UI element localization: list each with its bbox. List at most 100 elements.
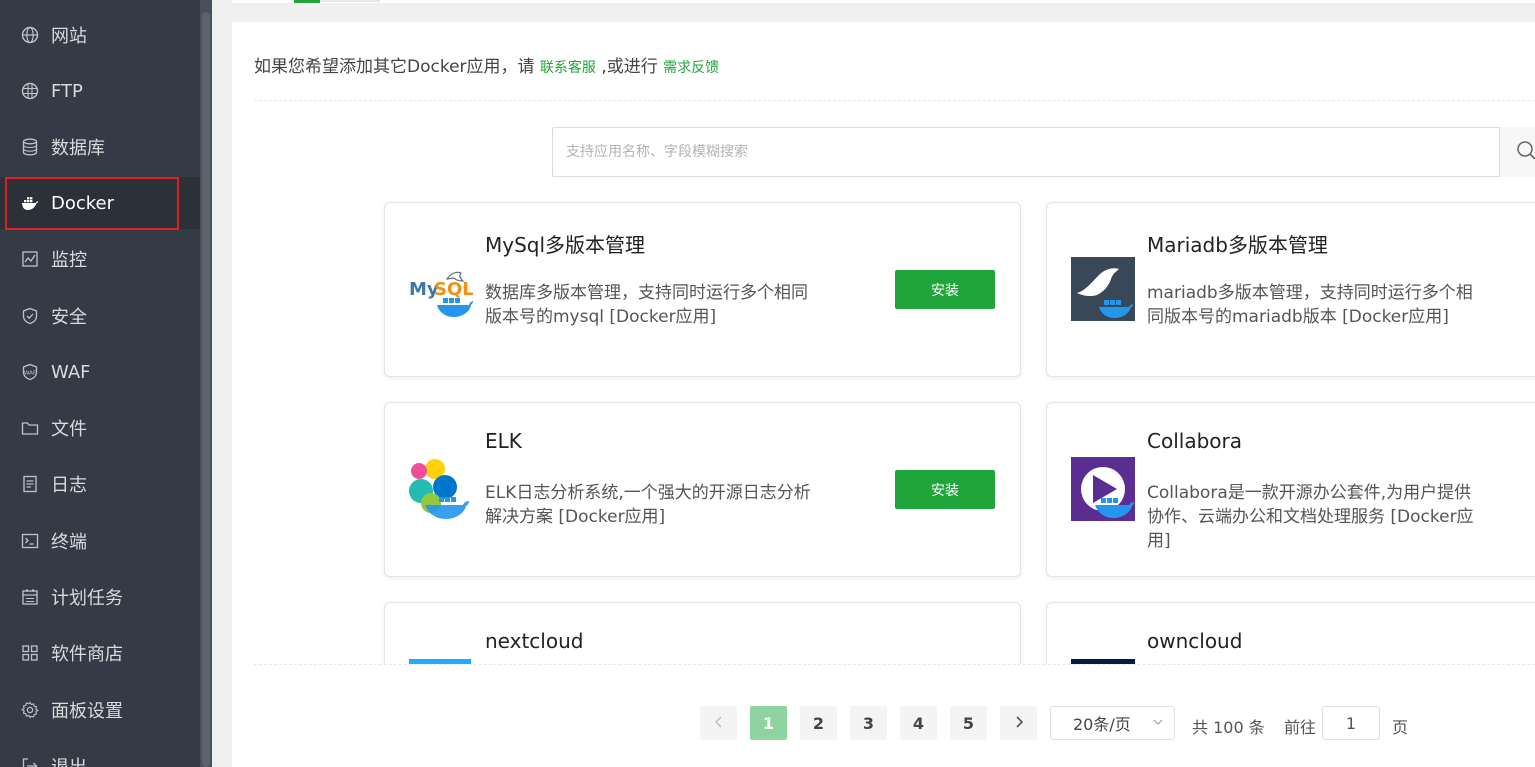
sidebar-item-label: 计划任务 (51, 588, 123, 609)
notice-text: 如果您希望添加其它Docker应用，请 联系客服 ,或进行 需求反馈 (254, 52, 719, 77)
search-button[interactable] (1499, 127, 1535, 177)
page-size-select[interactable]: 20条/页 (1050, 706, 1175, 740)
gear-icon (20, 700, 40, 720)
sidebar-item-label: 日志 (51, 475, 87, 496)
sidebar-item-label: Docker (51, 192, 115, 214)
sidebar-item-label: 安全 (51, 307, 87, 328)
sidebar-item-docker[interactable]: Docker (0, 177, 200, 229)
goto-label: 前往 (1284, 718, 1317, 737)
app-name: MySql多版本管理 (485, 233, 646, 257)
chevron-right-icon (1014, 714, 1024, 733)
sidebar-item-label: 终端 (51, 532, 87, 553)
sidebar-item-label: 监控 (51, 250, 87, 271)
sidebar-item-security[interactable]: 安全 (0, 290, 200, 342)
waf-shield-icon: WAF (20, 362, 40, 382)
logout-icon (20, 756, 40, 767)
divider (254, 664, 1535, 665)
calendar-icon (20, 587, 40, 607)
mysql-docker-logo: My SQL (409, 257, 474, 321)
chevron-down-icon (1152, 716, 1164, 731)
sidebar-item-terminal[interactable]: 终端 (0, 515, 200, 567)
sidebar-item-label: FTP (51, 80, 83, 102)
terminal-icon (20, 531, 40, 551)
sidebar-item-label: 面板设置 (51, 701, 123, 722)
app-card-nextcloud: nextcloud (384, 602, 1021, 664)
page-button-2[interactable]: 2 (800, 706, 837, 740)
log-icon (20, 474, 40, 494)
sidebar-item-website[interactable]: 网站 (0, 9, 200, 61)
page-button-3[interactable]: 3 (850, 706, 887, 740)
notice-prefix: 如果您希望添加其它Docker应用，请 (254, 57, 535, 77)
sidebar-scrollbar-thumb[interactable] (202, 12, 210, 767)
docker-icon (20, 193, 40, 213)
active-tab-indicator (294, 0, 320, 3)
sidebar-scrollbar[interactable] (200, 0, 212, 767)
grid-icon (20, 643, 40, 663)
page-suffix-label: 页 (1392, 718, 1409, 737)
page-button-5[interactable]: 5 (950, 706, 987, 740)
app-card-elk: ELK ELK日志分析系统,一个强大的开源日志分析解决方案 [Docker应用]… (384, 402, 1021, 577)
sidebar-item-label: 软件商店 (51, 644, 123, 665)
search-input[interactable] (553, 128, 1499, 176)
monitor-icon (20, 249, 40, 269)
app-name: owncloud (1147, 629, 1243, 653)
app-description: 数据库多版本管理，支持同时运行多个相同版本号的mysql [Docker应用] (485, 283, 808, 327)
sidebar-item-monitor[interactable]: 监控 (0, 233, 200, 285)
svg-text:SQL: SQL (434, 279, 473, 300)
app-name: Collabora (1147, 429, 1242, 453)
page-button-4[interactable]: 4 (900, 706, 937, 740)
globe-icon (20, 25, 40, 45)
sidebar-item-label: 数据库 (51, 138, 105, 159)
sidebar-item-label: WAF (51, 361, 91, 383)
collabora-docker-logo (1071, 457, 1135, 521)
install-button[interactable]: 安装 (895, 470, 995, 509)
page-button-1[interactable]: 1 (750, 706, 787, 740)
sidebar-item-settings[interactable]: 面板设置 (0, 684, 200, 736)
ftp-icon (20, 81, 40, 101)
sidebar-item-store[interactable]: 软件商店 (0, 627, 200, 679)
sidebar-item-logout[interactable]: 退出 (0, 740, 200, 767)
tab-strip (232, 0, 1535, 3)
sidebar-item-files[interactable]: 文件 (0, 402, 200, 454)
mariadb-docker-logo (1071, 257, 1135, 321)
install-button[interactable]: 安装 (895, 270, 995, 309)
goto-page-input[interactable] (1322, 706, 1380, 740)
sidebar-item-label: 网站 (51, 26, 87, 47)
nextcloud-logo (409, 657, 473, 664)
svg-text:WAF: WAF (24, 371, 36, 377)
sidebar-item-database[interactable]: 数据库 (0, 121, 200, 173)
app-card-mysql: My SQL MySql多版本管理 数据库多版本管理，支持同时运行多个相同版本号… (384, 202, 1021, 377)
divider (254, 100, 1535, 101)
app-name: Mariadb多版本管理 (1147, 233, 1328, 257)
sidebar-item-label: 文件 (51, 419, 87, 440)
app-name: ELK (485, 429, 522, 453)
app-card-owncloud: owncloud (1046, 602, 1535, 664)
page-size-value: 20条/页 (1073, 715, 1131, 734)
sidebar-item-cron[interactable]: 计划任务 (0, 571, 200, 623)
sidebar-item-logs[interactable]: 日志 (0, 458, 200, 510)
feedback-link[interactable]: 需求反馈 (663, 60, 719, 76)
app-card-mariadb: Mariadb多版本管理 mariadb多版本管理，支持同时运行多个相同版本号的… (1046, 202, 1535, 377)
search-icon (1516, 140, 1535, 164)
elk-docker-logo (409, 457, 473, 521)
database-icon (20, 137, 40, 157)
notice-middle: ,或进行 (601, 57, 658, 77)
chevron-left-icon (714, 714, 724, 733)
tab-divider (320, 0, 380, 2)
app-list: My SQL MySql多版本管理 数据库多版本管理，支持同时运行多个相同版本号… (232, 182, 1535, 664)
prev-page-button[interactable] (700, 706, 737, 740)
app-description: ELK日志分析系统,一个强大的开源日志分析解决方案 [Docker应用] (485, 483, 811, 527)
sidebar-item-waf[interactable]: WAF WAF (0, 346, 200, 398)
next-page-button[interactable] (1000, 706, 1037, 740)
shield-icon (20, 306, 40, 326)
search-box (552, 127, 1535, 177)
app-card-collabora: Collabora Collabora是一款开源办公套件,为用户提供协作、云端办… (1046, 402, 1535, 577)
app-name: nextcloud (485, 629, 584, 653)
owncloud-logo (1071, 657, 1135, 664)
sidebar-item-label: 退出 (51, 753, 87, 767)
sidebar-item-ftp[interactable]: FTP (0, 65, 200, 117)
app-description: Collabora是一款开源办公套件,为用户提供协作、云端办公和文档处理服务 [… (1147, 483, 1474, 551)
app-description: mariadb多版本管理，支持同时运行多个相同版本号的mariadb版本 [Do… (1147, 283, 1473, 327)
contact-support-link[interactable]: 联系客服 (540, 60, 596, 76)
total-count: 共 100 条 (1192, 718, 1265, 737)
